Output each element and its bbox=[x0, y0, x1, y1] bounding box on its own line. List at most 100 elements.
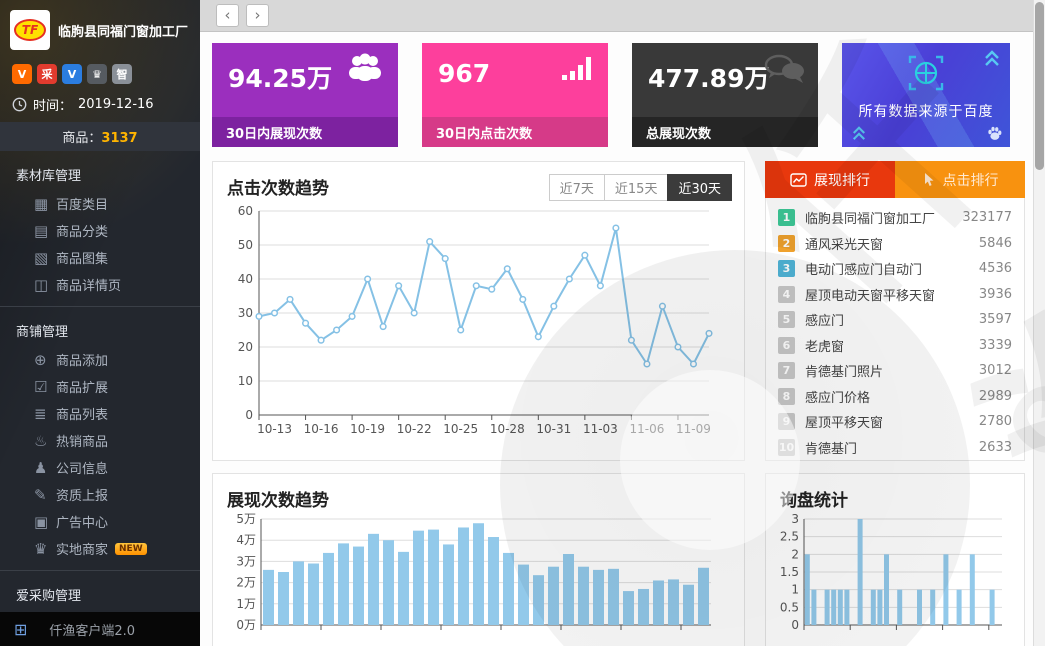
svg-text:50: 50 bbox=[238, 238, 253, 252]
chevron-left-icon: ‹ bbox=[225, 6, 231, 24]
back-button[interactable]: ‹ bbox=[216, 4, 239, 27]
layers-icon: ▤ bbox=[34, 222, 56, 240]
sidebar-item-商品详情页[interactable]: ◫商品详情页 bbox=[0, 271, 200, 298]
rank-badge: 5 bbox=[778, 311, 795, 328]
doc-plus-icon: ✎ bbox=[34, 486, 56, 504]
rank-row: 1临朐县同福门窗加工厂323177 bbox=[778, 205, 1012, 231]
rank-value: 3936 bbox=[979, 287, 1012, 302]
sidebar-item-资质上报[interactable]: ✎资质上报 bbox=[0, 481, 200, 508]
sidebar-item-label: 公司信息 bbox=[56, 458, 108, 477]
product-count: 3137 bbox=[101, 131, 137, 146]
user-icon: ♟ bbox=[34, 459, 56, 477]
sidebar-item-label: 百度类目 bbox=[56, 194, 108, 213]
svg-text:0.5: 0.5 bbox=[780, 600, 799, 614]
client-bar[interactable]: ⊞ 仟渔客户端2.0 bbox=[0, 612, 200, 646]
sidebar-menu: 素材库管理▦百度类目▤商品分类▧商品图集◫商品详情页商铺管理⊕商品添加☑商品扩展… bbox=[0, 151, 200, 646]
click-cursor-icon bbox=[922, 172, 936, 187]
chevrons-up-icon bbox=[984, 49, 1000, 67]
rank-name: 肯德基门照片 bbox=[805, 361, 979, 380]
rank-value: 2989 bbox=[979, 389, 1012, 404]
main-area: ‹ › 94.25万 30日内展现次数 967 30日内点击次数 bbox=[200, 0, 1045, 646]
company-logo: TF bbox=[10, 10, 50, 50]
new-badge: NEW bbox=[115, 543, 147, 555]
menu-section: 商铺管理⊕商品添加☑商品扩展≣商品列表♨热销商品♟公司信息✎资质上报▣广告中心♛… bbox=[0, 306, 200, 562]
sidebar-item-热销商品[interactable]: ♨热销商品 bbox=[0, 427, 200, 454]
rank-row: 6老虎窗3339 bbox=[778, 333, 1012, 359]
brand: TF 临朐县同福门窗加工厂 bbox=[0, 0, 200, 56]
svg-text:3万: 3万 bbox=[236, 554, 256, 568]
client-label: 仟渔客户端2.0 bbox=[49, 620, 135, 639]
sidebar-item-实地商家[interactable]: ♛实地商家NEW bbox=[0, 535, 200, 562]
range-tab-近15天[interactable]: 近15天 bbox=[604, 174, 669, 201]
svg-text:0: 0 bbox=[245, 408, 253, 422]
users-icon bbox=[344, 53, 386, 85]
scrollbar-thumb[interactable] bbox=[1035, 2, 1044, 170]
range-tab-近30天[interactable]: 近30天 bbox=[667, 174, 732, 201]
sidebar-item-label: 商品分类 bbox=[56, 221, 108, 240]
ad-box-icon: ▣ bbox=[34, 513, 56, 531]
rank-row: 2通风采光天窗5846 bbox=[778, 231, 1012, 257]
menu-section: 素材库管理▦百度类目▤商品分类▧商品图集◫商品详情页 bbox=[0, 151, 200, 298]
sidebar-item-百度类目[interactable]: ▦百度类目 bbox=[0, 190, 200, 217]
rank-name: 肯德基门 bbox=[805, 438, 979, 457]
sidebar-item-label: 商品添加 bbox=[56, 350, 108, 369]
sidebar: TF 临朐县同福门窗加工厂 V采V♛智 时间： 2019-12-16 商品：31… bbox=[0, 0, 200, 646]
svg-text:20: 20 bbox=[238, 340, 253, 354]
clock-icon bbox=[12, 97, 27, 112]
tab-label: 展现排行 bbox=[814, 170, 870, 190]
rank-value: 3597 bbox=[979, 312, 1012, 327]
sidebar-item-label: 商品扩展 bbox=[56, 377, 108, 396]
baidu-data-banner: 所有数据来源于百度 bbox=[842, 43, 1010, 147]
rank-name: 屋顶平移天窗 bbox=[805, 412, 979, 431]
sidebar-item-商品列表[interactable]: ≣商品列表 bbox=[0, 400, 200, 427]
sidebar-item-商品分类[interactable]: ▤商品分类 bbox=[0, 217, 200, 244]
sidebar-item-商品扩展[interactable]: ☑商品扩展 bbox=[0, 373, 200, 400]
shield-v-badge: V bbox=[62, 64, 82, 84]
menu-section-title: 爱采购管理 bbox=[0, 577, 200, 610]
rank-value: 3339 bbox=[979, 338, 1012, 353]
rank-row: 9屋顶平移天窗2780 bbox=[778, 409, 1012, 435]
sidebar-item-商品图集[interactable]: ▧商品图集 bbox=[0, 244, 200, 271]
rank-name: 感应门 bbox=[805, 310, 979, 329]
rank-badge: 3 bbox=[778, 260, 795, 277]
svg-text:11-06: 11-06 bbox=[629, 422, 664, 436]
product-label: 商品： bbox=[62, 131, 101, 146]
banner-text: 所有数据来源于百度 bbox=[842, 101, 1010, 121]
panel-title: 询盘统计 bbox=[766, 474, 1024, 513]
svg-text:10-22: 10-22 bbox=[397, 422, 432, 436]
rank-value: 5846 bbox=[979, 236, 1012, 251]
time-row: 时间： 2019-12-16 bbox=[0, 86, 200, 122]
sidebar-item-label: 广告中心 bbox=[56, 512, 108, 531]
panel-title: 展现次数趋势 bbox=[213, 474, 744, 513]
clicks-trend-line-chart: 010203040506010-1310-1610-1910-2210-2510… bbox=[221, 201, 721, 443]
dashboard-content: 94.25万 30日内展现次数 967 30日内点击次数 bbox=[200, 32, 1045, 646]
zhi-shield-badge: 智 bbox=[112, 64, 132, 84]
sidebar-item-广告中心[interactable]: ▣广告中心 bbox=[0, 508, 200, 535]
rank-value: 3012 bbox=[979, 363, 1012, 378]
bottom-charts-row: 展现次数趋势 0万1万2万3万4万5万 询盘统计 00.511.522.53 bbox=[212, 473, 1037, 646]
impressions-trend-panel: 展现次数趋势 0万1万2万3万4万5万 bbox=[212, 473, 745, 646]
menu-section-title: 素材库管理 bbox=[0, 157, 200, 190]
sidebar-item-label: 商品详情页 bbox=[56, 275, 121, 294]
rank-badge: 6 bbox=[778, 337, 795, 354]
tab-impression-ranking[interactable]: 展现排行 bbox=[765, 161, 895, 198]
svg-text:0万: 0万 bbox=[236, 618, 256, 632]
rank-row: 5 感应门3597 bbox=[778, 307, 1012, 333]
tab-click-ranking[interactable]: 点击排行 bbox=[895, 161, 1025, 198]
stat-label: 总展现次数 bbox=[632, 117, 818, 147]
client-app-icon: ⊞ bbox=[14, 620, 27, 639]
menu-section-title: 商铺管理 bbox=[0, 313, 200, 346]
range-tab-近7天[interactable]: 近7天 bbox=[549, 174, 605, 201]
svg-text:10-31: 10-31 bbox=[536, 422, 571, 436]
rank-row: 7肯德基门照片3012 bbox=[778, 358, 1012, 384]
forward-button[interactable]: › bbox=[246, 4, 269, 27]
vertical-scrollbar[interactable] bbox=[1033, 0, 1045, 646]
rank-value: 4536 bbox=[979, 261, 1012, 276]
doc-check-icon: ☑ bbox=[34, 378, 56, 396]
stat-cards-row: 94.25万 30日内展现次数 967 30日内点击次数 bbox=[212, 43, 1037, 147]
stat-label: 30日内展现次数 bbox=[212, 117, 398, 147]
sidebar-item-公司信息[interactable]: ♟公司信息 bbox=[0, 454, 200, 481]
sidebar-item-商品添加[interactable]: ⊕商品添加 bbox=[0, 346, 200, 373]
baidu-paw-icon bbox=[987, 126, 1002, 141]
svg-text:5万: 5万 bbox=[236, 513, 256, 526]
